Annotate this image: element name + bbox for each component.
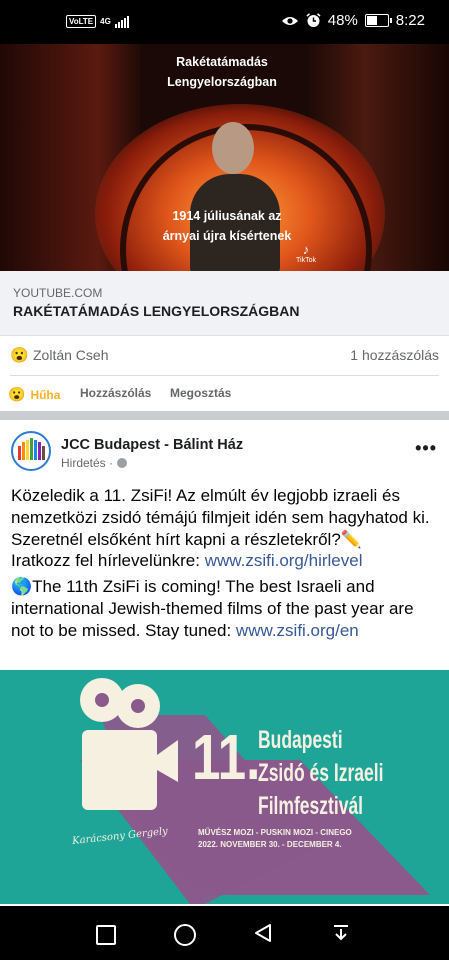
- link-preview[interactable]: YOUTUBE.COM RAKÉTATÁMADÁS LENGYELORSZÁGB…: [0, 271, 449, 336]
- battery-charging-icon: [364, 14, 392, 27]
- wow-button[interactable]: 😮 Hűha: [8, 386, 60, 403]
- home-button[interactable]: [174, 924, 196, 946]
- newsletter-text: Iratkozz fel hírlevelünkre:: [11, 551, 205, 571]
- comment-count[interactable]: 1 hozzászólás: [350, 347, 439, 363]
- video-caption-line1: 1914 júliusának az: [172, 209, 282, 223]
- volte-badge: VoLTE: [66, 15, 97, 28]
- alarm-icon: [306, 13, 321, 27]
- post-paragraph-2: Szeretnél elsőként hírt kapni a részlete…: [11, 529, 362, 549]
- post-separator: [0, 411, 449, 420]
- recent-apps-button[interactable]: [96, 925, 116, 945]
- wow-reaction-icon: 😮: [10, 347, 29, 364]
- video-caption-line2: árnyai újra kísértenek: [162, 229, 292, 243]
- wow-label: Hűha: [30, 387, 61, 402]
- comment-button[interactable]: Hozzászólás: [80, 386, 151, 400]
- clock-time: 8:22: [395, 12, 425, 29]
- english-link[interactable]: www.zsifi.org/en: [236, 621, 359, 640]
- reaction-user[interactable]: Zoltán Cseh: [33, 347, 108, 363]
- globe-icon: [117, 458, 128, 468]
- festival-title-line3: Filmfesztivál: [258, 792, 364, 820]
- notifications-down-button[interactable]: [331, 923, 351, 943]
- wow-icon: 😮: [8, 386, 26, 402]
- festival-title-line2: Zsidó és Izraeli: [258, 759, 384, 787]
- post-text: Közeledik a 11. ZsiFi! Az elmúlt év legj…: [11, 485, 441, 642]
- link-title: RAKÉTATÁMADÁS LENGYELORSZÁGBAN: [13, 303, 300, 319]
- reaction-summary[interactable]: 😮 Zoltán Cseh 1 hozzászólás: [0, 335, 449, 375]
- festival-number: 11.: [192, 721, 261, 793]
- status-left: VoLTE 4G: [66, 15, 129, 28]
- more-options-button[interactable]: •••: [415, 438, 437, 459]
- video-title-line1: Rakétatámadás: [176, 55, 268, 69]
- battery-percent: 48%: [327, 12, 358, 29]
- video-title-line2: Lengyelországban: [167, 75, 277, 89]
- page-name[interactable]: JCC Budapest - Bálint Ház: [61, 437, 243, 453]
- festival-venues: MŰVÉSZ MOZI - PUSKIN MOZI - CINEGO: [198, 828, 352, 837]
- action-bar: 😮 Hűha Hozzászólás Megosztás: [0, 376, 449, 410]
- post-paragraph-3: Iratkozz fel hírlevelünkre: www.zsifi.or…: [11, 550, 441, 572]
- share-button[interactable]: Megosztás: [170, 386, 231, 400]
- tiktok-watermark: ♪ TikTok: [296, 242, 316, 264]
- festival-title-line1: Budapesti: [258, 726, 343, 754]
- sponsored-text: Hirdetés ·: [61, 456, 114, 470]
- speaker-head: [212, 122, 254, 174]
- network-type: 4G: [100, 17, 111, 26]
- video-caption: 1914 júliusának az árnyai újra kísértene…: [132, 206, 322, 246]
- signal-icon: [114, 15, 129, 28]
- status-bar: VoLTE 4G 48% 8:22: [0, 0, 449, 44]
- post-paragraph-1: Közeledik a 11. ZsiFi! Az elmúlt év legj…: [11, 486, 430, 527]
- festival-dates: 2022. NOVEMBER 30. - DECEMBER 4.: [198, 840, 342, 849]
- video-title: Rakétatámadás Lengyelországban: [132, 52, 312, 92]
- tiktok-icon: ♪: [302, 242, 310, 257]
- system-nav-bar: [0, 906, 449, 960]
- back-button[interactable]: [253, 923, 273, 943]
- sponsored-label: Hirdetés ·: [61, 456, 128, 470]
- post-paragraph-4: 🌎The 11th ZsiFi is coming! The best Isra…: [11, 576, 441, 641]
- eye-icon: [281, 16, 298, 25]
- newsletter-link[interactable]: www.zsifi.org/hirlevel: [205, 551, 363, 570]
- tiktok-label: TikTok: [296, 257, 316, 264]
- link-domain: YOUTUBE.COM: [13, 286, 103, 300]
- status-right: 48% 8:22: [281, 12, 425, 29]
- page-avatar[interactable]: [11, 431, 51, 471]
- festival-title: Budapesti Zsidó és Izraeli Filmfesztivál: [258, 724, 383, 823]
